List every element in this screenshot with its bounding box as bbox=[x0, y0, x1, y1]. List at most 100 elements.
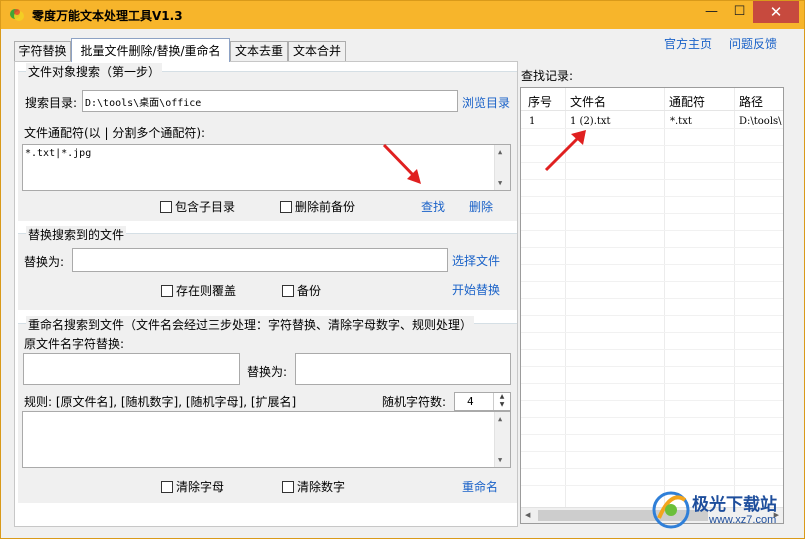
clear-letters-label: 清除字母 bbox=[176, 480, 225, 494]
overwrite-label: 存在则覆盖 bbox=[176, 284, 237, 298]
cell-wildcard: *.txt bbox=[670, 116, 692, 127]
annotation-arrow-icon bbox=[382, 143, 421, 184]
random-chars-spinner[interactable]: 4 ▲ ▼ bbox=[454, 392, 511, 411]
spin-up-icon[interactable]: ▲ bbox=[494, 393, 510, 401]
spin-down-icon[interactable]: ▼ bbox=[494, 401, 510, 409]
row-divider bbox=[521, 383, 783, 384]
random-chars-label: 随机字符数: bbox=[382, 395, 447, 409]
find-button[interactable]: 查找 bbox=[421, 198, 445, 215]
browse-dir-link[interactable]: 浏览目录 bbox=[462, 94, 510, 111]
minimize-button[interactable]: — bbox=[698, 1, 725, 23]
orig-name-label: 原文件名字符替换: bbox=[24, 337, 125, 351]
grid-column bbox=[665, 88, 735, 523]
scroll-down-icon[interactable]: ▼ bbox=[498, 179, 502, 187]
rule-textarea[interactable]: ▲ ▼ bbox=[22, 411, 511, 468]
scroll-left-icon[interactable]: ◀ bbox=[525, 511, 530, 519]
wildcard-label: 文件通配符(以 | 分割多个通配符): bbox=[24, 126, 206, 140]
tab-batch-files[interactable]: 批量文件删除/替换/重命名 bbox=[71, 38, 230, 62]
scroll-up-icon[interactable]: ▲ bbox=[498, 415, 502, 423]
replace-label: 替换为: bbox=[24, 255, 65, 269]
checkbox-box[interactable] bbox=[161, 481, 173, 493]
home-link[interactable]: 官方主页 bbox=[664, 35, 712, 52]
search-dir-input[interactable]: D:\tools\桌面\office bbox=[82, 90, 458, 112]
header-wildcard[interactable]: 通配符 bbox=[669, 93, 705, 110]
checkbox-box[interactable] bbox=[160, 201, 172, 213]
app-logo-icon bbox=[10, 9, 24, 21]
checkbox-box[interactable] bbox=[282, 285, 294, 297]
clear-digits-label: 清除数字 bbox=[297, 480, 346, 494]
wildcard-textarea[interactable]: *.txt|*.jpg ▲ ▼ bbox=[22, 144, 511, 191]
delete-button[interactable]: 删除 bbox=[469, 198, 493, 215]
window-title: 零度万能文本处理工具V1.3 bbox=[32, 9, 183, 23]
backup-before-delete-checkbox[interactable]: 删除前备份 bbox=[280, 198, 355, 215]
feedback-link[interactable]: 问题反馈 bbox=[729, 35, 777, 52]
watermark-name: 极光下载站 bbox=[692, 495, 777, 515]
backup-checkbox[interactable]: 备份 bbox=[282, 282, 321, 299]
row-divider bbox=[521, 417, 783, 418]
rename-replace-input[interactable] bbox=[295, 353, 511, 385]
checkbox-box[interactable] bbox=[280, 201, 292, 213]
replace-group-legend: 替换搜索到的文件 bbox=[26, 226, 127, 243]
watermark-logo-icon bbox=[652, 491, 690, 529]
cell-path: D:\tools\ bbox=[739, 116, 782, 127]
select-file-link[interactable]: 选择文件 bbox=[452, 252, 500, 269]
row-divider bbox=[521, 315, 783, 316]
search-group-legend: 文件对象搜索（第一步） bbox=[26, 63, 163, 80]
header-path[interactable]: 路径 bbox=[739, 93, 763, 110]
row-divider bbox=[521, 264, 783, 265]
row-divider bbox=[521, 349, 783, 350]
watermark: 极光下载站 www.xz7.com bbox=[651, 488, 801, 532]
row-divider bbox=[521, 400, 783, 401]
row-divider bbox=[521, 451, 783, 452]
wildcard-text: *.txt|*.jpg bbox=[25, 148, 92, 159]
tab-char-replace[interactable]: 字符替换 bbox=[14, 41, 71, 62]
clear-letters-checkbox[interactable]: 清除字母 bbox=[161, 478, 224, 495]
random-chars-value: 4 bbox=[467, 395, 474, 408]
scroll-up-icon[interactable]: ▲ bbox=[498, 148, 502, 156]
rule-label: 规则: [原文件名], [随机数字], [随机字母], [扩展名] bbox=[24, 395, 297, 409]
start-replace-button[interactable]: 开始替换 bbox=[452, 281, 500, 298]
wildcard-scrollbar[interactable]: ▲ ▼ bbox=[494, 145, 510, 190]
overwrite-checkbox[interactable]: 存在则覆盖 bbox=[161, 282, 236, 299]
row-divider bbox=[521, 281, 783, 282]
results-label: 查找记录: bbox=[521, 69, 574, 83]
row-divider bbox=[521, 230, 783, 231]
row-divider bbox=[521, 247, 783, 248]
annotation-arrow-icon bbox=[544, 130, 586, 172]
watermark-url: www.xz7.com bbox=[709, 514, 777, 526]
backup-label: 备份 bbox=[297, 284, 322, 298]
row-divider bbox=[521, 179, 783, 180]
rule-scrollbar[interactable]: ▲ ▼ bbox=[494, 412, 510, 467]
rename-group-legend: 重命名搜索到文件（文件名会经过三步处理：字符替换、清除字母数字、规则处理） bbox=[26, 316, 475, 333]
rename-replace-label: 替换为: bbox=[247, 365, 288, 379]
header-index[interactable]: 序号 bbox=[528, 93, 552, 110]
row-divider bbox=[521, 213, 783, 214]
row-divider bbox=[521, 468, 783, 469]
row-divider bbox=[521, 434, 783, 435]
row-divider bbox=[521, 196, 783, 197]
search-dir-label: 搜索目录: bbox=[25, 96, 78, 110]
row-divider bbox=[521, 298, 783, 299]
checkbox-box[interactable] bbox=[282, 481, 294, 493]
row-divider bbox=[521, 366, 783, 367]
orig-name-input[interactable] bbox=[23, 353, 240, 385]
tab-merge[interactable]: 文本合并 bbox=[288, 41, 346, 62]
header-filename[interactable]: 文件名 bbox=[570, 93, 606, 110]
title-bar[interactable]: 零度万能文本处理工具V1.3 — ☐ ✕ bbox=[1, 1, 804, 29]
close-button[interactable]: ✕ bbox=[753, 1, 799, 23]
replace-input[interactable] bbox=[72, 248, 448, 272]
row-divider bbox=[521, 485, 783, 486]
clear-digits-checkbox[interactable]: 清除数字 bbox=[282, 478, 345, 495]
grid-header: 序号 文件名 通配符 路径 bbox=[521, 88, 783, 111]
maximize-button[interactable]: ☐ bbox=[726, 1, 753, 23]
tab-dedupe[interactable]: 文本去重 bbox=[230, 41, 288, 62]
app-window: 零度万能文本处理工具V1.3 — ☐ ✕ 字符替换 批量文件删除/替换/重命名 … bbox=[0, 0, 805, 539]
scroll-down-icon[interactable]: ▼ bbox=[498, 456, 502, 464]
include-subdirs-checkbox[interactable]: 包含子目录 bbox=[160, 198, 235, 215]
rename-button[interactable]: 重命名 bbox=[462, 478, 498, 495]
backup-before-delete-label: 删除前备份 bbox=[295, 200, 356, 214]
include-subdirs-label: 包含子目录 bbox=[175, 200, 236, 214]
row-divider bbox=[521, 332, 783, 333]
checkbox-box[interactable] bbox=[161, 285, 173, 297]
cell-index: 1 bbox=[529, 116, 536, 127]
